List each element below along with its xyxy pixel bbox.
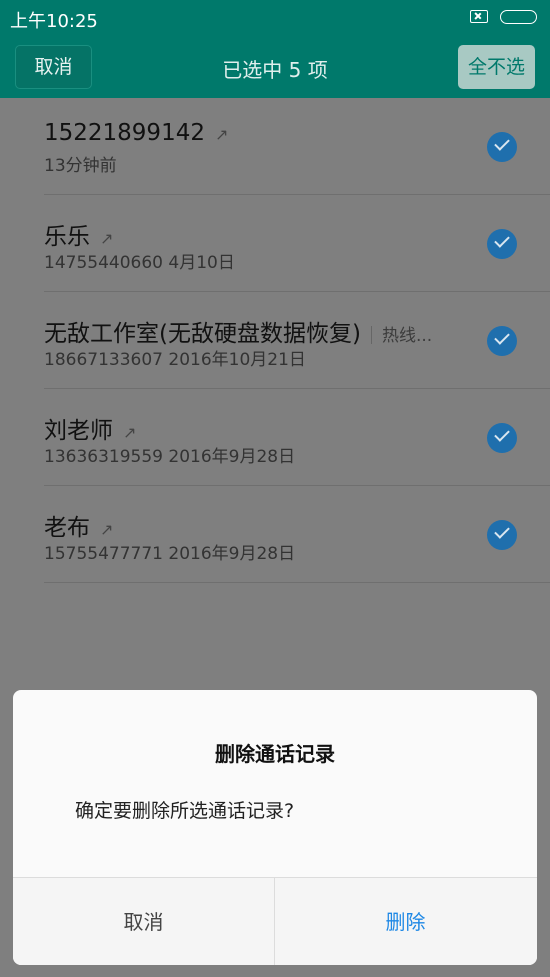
no-sim-icon xyxy=(470,10,488,23)
checked-icon[interactable] xyxy=(487,423,517,453)
call-log-item[interactable]: 老布 ↗ 15755477771 2016年9月28日 xyxy=(44,486,550,583)
call-log-item[interactable]: 刘老师 ↗ 13636319559 2016年9月28日 xyxy=(44,389,550,486)
deselect-all-button[interactable]: 全不选 xyxy=(458,45,535,89)
dialog-actions: 取消 删除 xyxy=(13,877,537,965)
call-detail: 18667133607 2016年10月21日 xyxy=(44,350,306,370)
outgoing-call-icon: ↗ xyxy=(214,125,229,144)
selection-header: 取消 已选中 5 项 全不选 xyxy=(0,36,550,98)
contact-name: 老布 xyxy=(44,515,90,541)
call-log-item[interactable]: 15221899142 ↗ 13分钟前 xyxy=(44,98,550,195)
outgoing-call-icon: ↗ xyxy=(100,229,114,248)
checked-icon[interactable] xyxy=(487,326,517,356)
outgoing-call-icon: ↗ xyxy=(100,520,114,539)
call-detail: 13分钟前 xyxy=(44,156,117,176)
outgoing-call-icon: ↗ xyxy=(123,423,137,442)
contact-name: 刘老师 xyxy=(44,418,113,444)
dialog-title: 删除通话记录 xyxy=(215,742,335,766)
call-log-item[interactable]: 乐乐 ↗ 14755440660 4月10日 xyxy=(44,195,550,292)
contact-name: 无敌工作室(无敌硬盘数据恢复) xyxy=(44,321,361,347)
status-time: 上午10:25 xyxy=(10,11,98,32)
battery-icon xyxy=(500,10,537,24)
call-detail: 13636319559 2016年9月28日 xyxy=(44,447,296,467)
delete-confirm-dialog: 删除通话记录 确定要删除所选通话记录? 取消 删除 xyxy=(13,690,537,965)
call-detail: 15755477771 2016年9月28日 xyxy=(44,544,296,564)
dialog-message: 确定要删除所选通话记录? xyxy=(75,800,295,822)
checked-icon[interactable] xyxy=(487,229,517,259)
checked-icon[interactable] xyxy=(487,132,517,162)
divider xyxy=(370,325,372,344)
call-log-item[interactable]: 无敌工作室(无敌硬盘数据恢复) 热线... 18667133607 2016年10… xyxy=(44,292,550,389)
checked-icon[interactable] xyxy=(487,520,517,550)
dialog-cancel-button[interactable]: 取消 xyxy=(13,878,275,965)
status-bar: 上午10:25 xyxy=(0,0,550,36)
contact-name: 15221899142 xyxy=(44,120,205,146)
contact-name: 乐乐 xyxy=(44,224,90,250)
dialog-delete-button[interactable]: 删除 xyxy=(275,878,536,965)
call-detail: 14755440660 4月10日 xyxy=(44,253,235,273)
contact-label: 热线... xyxy=(381,326,433,346)
call-log-list: 15221899142 ↗ 13分钟前 乐乐 ↗ 14755440660 4月10日… xyxy=(0,98,550,583)
